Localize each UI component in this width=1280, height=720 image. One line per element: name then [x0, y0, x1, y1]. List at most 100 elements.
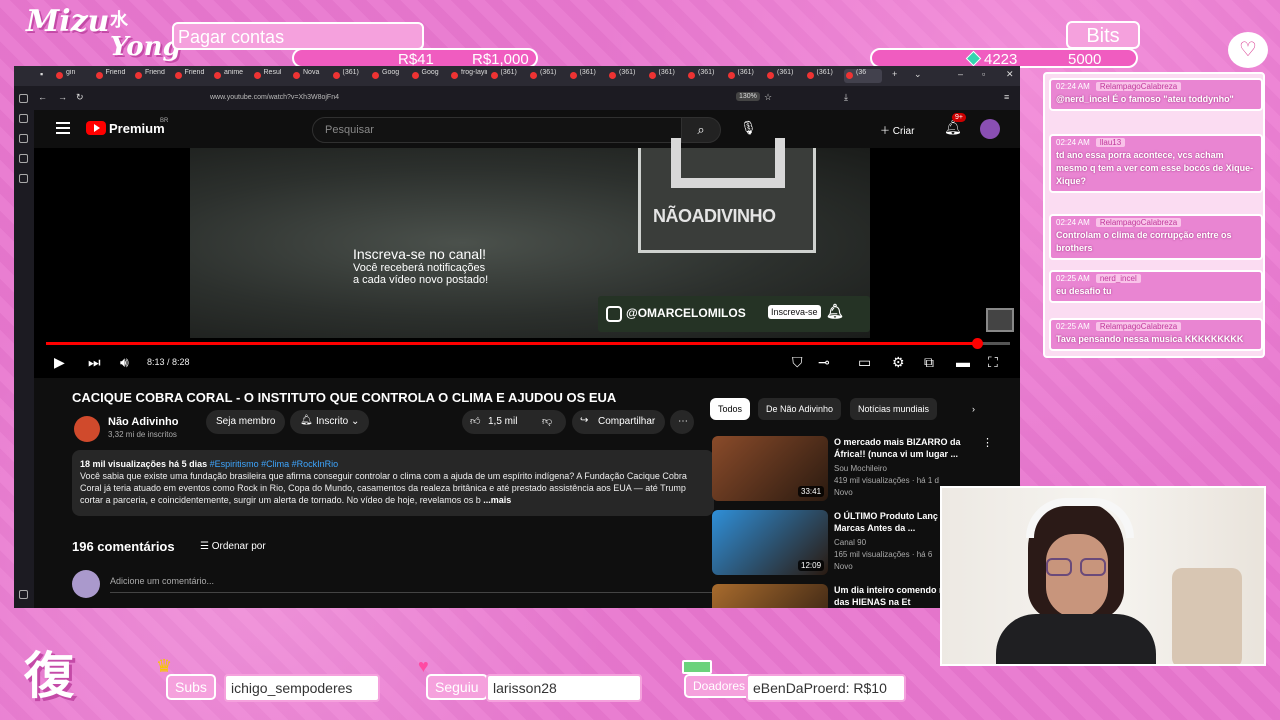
channel-name[interactable]: Não Adivinho [108, 416, 178, 428]
browser-tab[interactable]: (361) [686, 69, 724, 83]
tab-list-icon[interactable]: ▪ [40, 69, 43, 79]
maximize-button[interactable]: ▫ [982, 69, 985, 79]
browser-tab[interactable]: gin [54, 69, 92, 83]
play-icon[interactable]: ▶ [54, 354, 65, 371]
browser-tab[interactable]: Resul [252, 69, 290, 83]
chevron-right-icon[interactable]: › [964, 398, 983, 420]
chat-timestamp: 02:25 AM [1056, 274, 1090, 283]
chip-channel[interactable]: De Não Adivinho [758, 398, 842, 420]
browser-tab[interactable]: anime [212, 69, 250, 83]
browser-tab[interactable]: Goog [370, 69, 408, 83]
browser-tab[interactable]: (361) [528, 69, 566, 83]
forward-icon[interactable]: → [58, 92, 67, 102]
chevron-down-icon[interactable]: ⌄ [914, 69, 922, 80]
video-thumbnail[interactable] [712, 584, 828, 608]
create-button[interactable]: ＋ Criar [880, 122, 914, 137]
fullscreen-icon[interactable]: ⛶ [988, 354, 998, 371]
tab-label: Resul [263, 69, 282, 76]
browser-tab[interactable]: Nova [291, 69, 329, 83]
browser-tab[interactable]: (361) [726, 69, 764, 83]
chip-all[interactable]: Todos [710, 398, 751, 420]
back-icon[interactable]: ← [38, 92, 47, 102]
zoom-level[interactable]: 130% [736, 92, 760, 101]
theater-mode-icon[interactable]: ▬ [956, 354, 970, 370]
subtitles-icon[interactable]: ▭ [858, 354, 871, 371]
video-progress-bar[interactable] [46, 338, 1010, 349]
bookmark-star-icon[interactable]: ☆ [764, 92, 772, 103]
download-icon[interactable]: ⤓ [844, 92, 848, 103]
hamburger-menu-icon[interactable] [56, 122, 70, 134]
recommended-views: 419 mil visualizações · há 1 d [834, 476, 939, 485]
tab-label: (361) [816, 69, 833, 76]
sidebar-icon-3[interactable] [19, 134, 28, 143]
minimize-button[interactable]: – [958, 69, 963, 79]
chip-world-news[interactable]: Notícias mundiais [850, 398, 938, 420]
user-avatar[interactable] [980, 119, 1000, 139]
share-button[interactable]: ↪ Compartilhar [572, 410, 666, 434]
browser-sidebar [14, 86, 34, 608]
channel-watermark[interactable] [986, 308, 1014, 332]
sidebar-icon-5[interactable] [19, 174, 28, 183]
browser-tab[interactable]: (361) [805, 69, 843, 83]
subscribed-button[interactable]: 🔔︎ Inscrito ⌄ [290, 410, 370, 434]
sort-comments-button[interactable]: ☰ Ordenar por [200, 541, 266, 552]
microphone-icon[interactable]: 🎙︎ [740, 120, 757, 136]
reload-icon[interactable]: ↻ [76, 92, 84, 103]
favicon-icon [727, 72, 735, 79]
chat-username: nerd_incel [1095, 274, 1141, 283]
player-controls: ▶ ⏭︎ 🔊︎ 8:13 / 8:28 ⛉ ⊸ ▭ ⚙ ⧉ ▬ ⛶ [34, 348, 1020, 378]
money-icon [682, 660, 712, 674]
video-time: 8:13 / 8:28 [147, 357, 190, 367]
thumbs-down-icon[interactable]: 👎︎ [542, 415, 552, 427]
browser-tab[interactable]: frog-layin [449, 69, 487, 83]
browser-tab[interactable]: Goog [410, 69, 448, 83]
add-comment-input[interactable]: Adicione um comentário... [110, 576, 714, 593]
favicon-icon [411, 72, 419, 79]
channel-glyph [671, 138, 785, 188]
autoplay-toggle[interactable]: ⊸ [818, 354, 830, 371]
join-button[interactable]: Seja membro [206, 410, 286, 434]
youtube-premium-label[interactable]: Premium [109, 121, 165, 136]
description-text: Você sabia que existe uma fundação brasi… [80, 471, 687, 505]
browser-tab[interactable]: (361) [765, 69, 803, 83]
miniplayer-icon[interactable]: ⧉ [924, 354, 934, 371]
browser-tab[interactable]: (361) [647, 69, 685, 83]
browser-tab[interactable]: Friend [94, 69, 132, 83]
sidebar-icon-4[interactable] [19, 154, 28, 163]
bottom-logo: 復 [24, 648, 74, 704]
settings-gear-icon[interactable] [19, 590, 28, 599]
browser-tab[interactable]: (361) [568, 69, 606, 83]
tab-label: (361) [698, 69, 715, 76]
browser-tab[interactable]: (361) [607, 69, 645, 83]
volume-icon[interactable]: 🔊︎ [120, 354, 129, 371]
next-icon[interactable]: ⏭︎ [88, 354, 101, 371]
menu-icon[interactable]: ≡ [1004, 92, 1009, 102]
browser-tab[interactable]: (36 [844, 69, 882, 83]
browser-tab[interactable]: (361) [331, 69, 369, 83]
settings-icon[interactable]: ⚙ [892, 354, 905, 371]
browser-tab[interactable]: Friend [133, 69, 171, 83]
subscribe-line-2: a cada vídeo novo postado! [353, 274, 489, 286]
show-more-link[interactable]: ...mais [483, 495, 511, 505]
browser-tab[interactable]: (361) [489, 69, 527, 83]
search-input[interactable]: Pesquisar [312, 117, 682, 143]
sponsor-shield-icon[interactable]: ⛉ [792, 354, 803, 371]
tab-strip: ▪ + ⌄ – ▫ ✕ gin Friend Friend Friend anime Re… [14, 66, 1020, 86]
description-box[interactable]: 18 mil visualizações há 5 dias #Espiriti… [72, 450, 714, 516]
browser-tab[interactable]: Friend [173, 69, 211, 83]
recommended-title: O mercado mais BIZARRO da África!! (nunc… [834, 437, 961, 459]
kebab-menu-icon[interactable]: ⋮ [982, 436, 993, 449]
like-button[interactable]: 👍︎ 1,5 mil 👎︎ [462, 410, 566, 434]
youtube-logo-icon[interactable] [86, 121, 106, 135]
more-actions-icon[interactable]: ⋯ [670, 410, 694, 434]
video-player[interactable]: NÃOADIVINHO Inscreva-se no canal! Você r… [34, 138, 1020, 378]
sidebar-icon-2[interactable] [19, 114, 28, 123]
close-window-button[interactable]: ✕ [1006, 69, 1014, 80]
chair [1172, 568, 1242, 664]
sidebar-icon-1[interactable] [19, 94, 28, 103]
url-field[interactable]: www.youtube.com/watch?v=Xh3W8ojFn4 [154, 90, 684, 106]
new-tab-button[interactable]: + [892, 69, 897, 79]
recommended-views: 165 mil visualizações · há 6 [834, 550, 933, 559]
channel-avatar[interactable] [74, 416, 100, 442]
hashtags[interactable]: #Espiritismo #Clima #RockInRio [210, 459, 339, 469]
